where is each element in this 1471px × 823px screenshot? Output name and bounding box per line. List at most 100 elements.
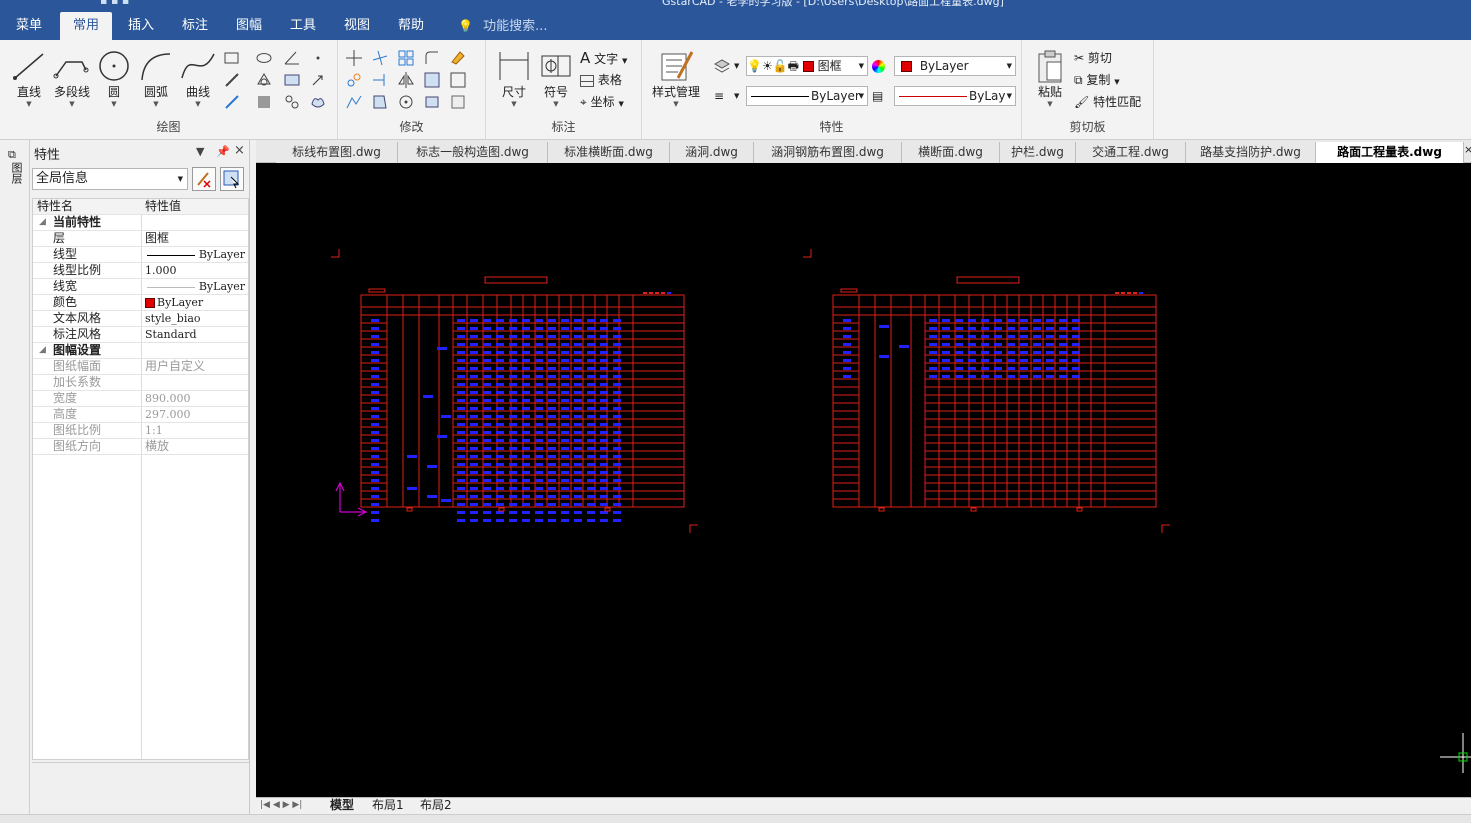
property-row[interactable]: 图纸比例 1:1 <box>33 423 248 439</box>
property-row[interactable]: 高度 297.000 <box>33 407 248 423</box>
coordinate-button[interactable]: ⌖ 坐标 ▼ <box>580 92 624 112</box>
break-icon[interactable] <box>370 92 390 112</box>
tab-menu[interactable]: 菜单 <box>4 12 54 40</box>
tab-annotate[interactable]: 标注 <box>170 12 220 40</box>
color-combo[interactable]: ByLayer ▼ <box>894 56 1016 76</box>
doc-tab[interactable]: 护栏.dwg <box>1000 142 1076 163</box>
curve-button[interactable]: 曲线 ▼ <box>176 48 220 108</box>
table-button[interactable]: 表格 <box>580 70 622 90</box>
explode-icon[interactable] <box>422 92 442 112</box>
selection-filter-select[interactable]: 全局信息 ▼ <box>32 168 188 190</box>
property-row[interactable]: 文本风格 style_biao <box>33 311 248 327</box>
stretch-icon[interactable] <box>344 92 364 112</box>
rectangle-icon[interactable] <box>222 48 242 68</box>
tab-insert[interactable]: 插入 <box>116 12 166 40</box>
mirror-icon[interactable] <box>396 70 416 90</box>
tab-tools[interactable]: 工具 <box>278 12 328 40</box>
copy-object-icon[interactable] <box>344 70 364 90</box>
property-row[interactable]: 线宽 ByLayer <box>33 279 248 295</box>
chevron-down-icon[interactable]: ▼ <box>196 145 204 158</box>
collapse-icon[interactable]: ◢ <box>39 343 46 358</box>
circle-button[interactable]: 圆 ▼ <box>92 48 136 108</box>
model-space-drawing[interactable] <box>256 163 1471 797</box>
erase-icon[interactable] <box>448 48 468 68</box>
doc-tab[interactable]: 路基支挡防护.dwg <box>1186 142 1316 163</box>
property-row[interactable]: 层 图框 <box>33 231 248 247</box>
chevron-down-icon[interactable]: ▼ <box>734 86 739 106</box>
dimension-button[interactable]: 尺寸 ▼ <box>492 48 536 108</box>
quick-select-button[interactable] <box>220 167 244 191</box>
cut-button[interactable]: ✂ 剪切 <box>1074 48 1112 68</box>
doc-tab[interactable]: 交通工程.dwg <box>1076 142 1186 163</box>
doc-tab[interactable]: 标志一般构造图.dwg <box>398 142 548 163</box>
quick-access-toolbar[interactable]: ▪ ▪ ▪ <box>100 0 129 7</box>
block-icon[interactable] <box>282 70 302 90</box>
tab-home[interactable]: 常用 <box>60 12 112 40</box>
polyline-button[interactable]: 多段线 ▼ <box>50 48 94 108</box>
collapse-icon[interactable]: ◢ <box>39 215 46 230</box>
property-row[interactable]: 标注风格 Standard <box>33 327 248 343</box>
tab-frame[interactable]: 图幅 <box>224 12 274 40</box>
property-row[interactable]: 图纸幅面 用户自定义 <box>33 359 248 375</box>
doc-tab[interactable]: 标准横断面.dwg <box>548 142 670 163</box>
pick-arrow-icon[interactable] <box>308 70 328 90</box>
hatch-icon[interactable] <box>254 92 274 112</box>
close-icon[interactable]: × <box>234 143 245 158</box>
layout-tab[interactable]: 布局2 <box>420 798 452 814</box>
chevron-down-icon[interactable]: ▼ <box>734 56 739 76</box>
color-wheel-icon[interactable] <box>872 56 885 76</box>
ray-icon[interactable] <box>222 70 242 90</box>
section-current[interactable]: ◢ 当前特性 <box>33 215 248 231</box>
tab-view[interactable]: 视图 <box>332 12 382 40</box>
array-icon[interactable] <box>396 48 416 68</box>
symbol-button[interactable]: 符号 ▼ <box>534 48 578 108</box>
toggle-pickadd-button[interactable] <box>192 167 216 191</box>
layer-manager-icon[interactable] <box>712 56 732 76</box>
fillet-icon[interactable] <box>422 48 442 68</box>
scale-icon[interactable] <box>422 70 442 90</box>
match-properties-button[interactable]: 🖌 特性匹配 <box>1074 92 1141 112</box>
property-row[interactable]: 线型比例 1.000 <box>33 263 248 279</box>
region-icon[interactable] <box>254 70 274 90</box>
offset-icon[interactable] <box>448 70 468 90</box>
doc-tab-active[interactable]: 路面工程量表.dwg <box>1316 142 1464 163</box>
line-button[interactable]: 直线 ▼ <box>7 48 51 108</box>
layer-combo[interactable]: 💡☀🔓🖶 图框 ▼ <box>746 56 868 76</box>
trim-icon[interactable] <box>370 48 390 68</box>
lineweight-icon[interactable]: ▤ <box>872 86 883 106</box>
pin-icon[interactable]: 📌 <box>216 145 230 158</box>
feature-search[interactable]: 💡 功能搜索... <box>458 12 548 40</box>
section-frame[interactable]: ◢ 图幅设置 <box>33 343 248 359</box>
extend-icon[interactable] <box>370 70 390 90</box>
property-row[interactable]: 图纸方向 横放 <box>33 439 248 455</box>
revcloud-icon[interactable] <box>308 92 328 112</box>
doc-tab[interactable]: 标线布置图.dwg <box>276 142 398 163</box>
property-row[interactable]: 宽度 890.000 <box>33 391 248 407</box>
layer-palette-tab[interactable]: ⧉ 图层 <box>8 148 24 184</box>
property-row[interactable]: 加长系数 <box>33 375 248 391</box>
layout-nav-arrows[interactable]: |◀ ◀ ▶ ▶| <box>260 798 302 814</box>
construction-line-icon[interactable] <box>282 48 302 68</box>
doc-tab[interactable]: 涵洞.dwg <box>670 142 754 163</box>
tab-help[interactable]: 帮助 <box>386 12 436 40</box>
property-row[interactable]: 线型 ByLayer <box>33 247 248 263</box>
linetype-icon[interactable]: ≡ <box>714 86 724 106</box>
xline-icon[interactable] <box>222 92 242 112</box>
layout-tab[interactable]: 布局1 <box>372 798 404 814</box>
copy-button[interactable]: ⧉ 复制 ▼ <box>1074 70 1120 90</box>
paste-button[interactable]: 粘贴 ▼ <box>1028 48 1072 108</box>
move-icon[interactable] <box>344 48 364 68</box>
doc-tab[interactable]: 涵洞钢筋布置图.dwg <box>754 142 902 163</box>
ellipse-icon[interactable] <box>254 48 274 68</box>
point-icon[interactable] <box>308 48 328 68</box>
arc-button[interactable]: 圆弧 ▼ <box>134 48 178 108</box>
linetype-combo[interactable]: ByLayer ▼ <box>746 86 868 106</box>
doc-tab[interactable]: 横断面.dwg <box>902 142 1000 163</box>
lineweight-combo[interactable]: ByLay ▼ <box>894 86 1016 106</box>
property-row[interactable]: 颜色 ByLayer <box>33 295 248 311</box>
layout-tab-model[interactable]: 模型 <box>330 798 354 814</box>
drawing-canvas[interactable] <box>256 163 1471 797</box>
style-manager-button[interactable]: 样式管理 ▼ <box>648 48 704 108</box>
boundary-icon[interactable] <box>282 92 302 112</box>
rotate-icon[interactable] <box>396 92 416 112</box>
